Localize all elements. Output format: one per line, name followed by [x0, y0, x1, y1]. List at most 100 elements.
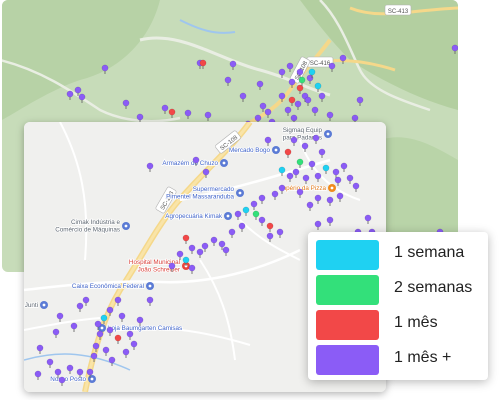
pin-head: [202, 168, 210, 176]
pin-head: [256, 80, 264, 88]
pin-head: [296, 188, 304, 196]
place-label: Agropecuária Kimak: [165, 213, 223, 220]
place-label: Mercado Bogo: [229, 147, 270, 154]
pin-head: [346, 174, 354, 182]
pin-head: [108, 356, 116, 364]
place-label: Nosso Posto: [50, 376, 86, 383]
legend-swatch-purple: [316, 345, 379, 375]
pin-head: [290, 114, 298, 122]
pin-head: [322, 164, 330, 172]
pin-head: [278, 184, 286, 192]
place-icon-dot: [226, 214, 230, 218]
pin-head: [259, 102, 267, 110]
pin-head: [252, 210, 260, 218]
legend-label: 1 mês: [394, 314, 438, 331]
place-bank[interactable]: Caixa Econômica Federal: [71, 282, 154, 291]
pin-head: [308, 160, 316, 168]
pin-head: [204, 111, 212, 119]
pin-head: [196, 248, 204, 256]
pin-head: [70, 322, 78, 330]
pin-head: [328, 62, 336, 70]
place-label: Caixa Econômica Federal: [72, 283, 144, 290]
place-icon-dot: [100, 326, 104, 330]
pin-head: [90, 352, 98, 360]
pin-head: [66, 90, 74, 98]
pin-head: [56, 312, 64, 320]
pin-head: [136, 113, 144, 121]
pin-head: [266, 232, 274, 240]
pin-head: [100, 314, 108, 322]
pin-head: [210, 236, 218, 244]
pin-head: [298, 76, 306, 84]
place-fuel[interactable]: Nosso Posto: [49, 375, 96, 384]
pin-head: [302, 174, 310, 182]
pin-head: [352, 182, 360, 190]
pin-head: [284, 148, 292, 156]
pin-head: [36, 344, 44, 352]
pin-head: [182, 234, 190, 242]
road-shield-label: SC-416: [310, 61, 331, 67]
place-icon-dot: [42, 303, 46, 307]
pin-head: [114, 296, 122, 304]
pin-head: [340, 162, 348, 170]
pin-head: [126, 330, 134, 338]
pin-head: [266, 222, 274, 230]
pin-head: [136, 316, 144, 324]
place-icon-dot: [124, 224, 128, 228]
pin-head: [311, 106, 319, 114]
pin-head: [318, 92, 326, 100]
pin-head: [130, 340, 138, 348]
pin-head: [290, 136, 298, 144]
legend-item-2-semanas: 2 semanas: [316, 275, 484, 305]
pin-head: [264, 108, 272, 116]
place-icon-dot: [222, 161, 226, 165]
pin-head: [308, 68, 316, 76]
pin-head: [351, 114, 359, 122]
pin-head: [54, 368, 62, 376]
pin-head: [106, 306, 114, 314]
pin-head: [292, 168, 300, 176]
pin-head: [304, 96, 312, 104]
pin-head: [114, 334, 122, 342]
place-shop[interactable]: Agropecuária Kimak: [164, 212, 232, 221]
legend: 1 semana 2 semanas 1 mês 1 mês +: [308, 232, 488, 380]
pin-head: [168, 108, 176, 116]
pin-head: [66, 364, 74, 372]
pin-head: [161, 104, 169, 112]
pin-head: [258, 216, 266, 224]
pin-head: [168, 262, 176, 270]
pin-head: [86, 368, 94, 376]
place-icon-dot: [274, 148, 278, 152]
pin-head: [296, 68, 304, 76]
pin-head: [192, 156, 200, 164]
pin-head: [101, 64, 109, 72]
pin-head: [314, 194, 322, 202]
pin-head: [96, 330, 104, 338]
pin-head: [288, 78, 296, 86]
pin-head: [229, 60, 237, 68]
place-label: Armazém do Chuzo: [162, 160, 218, 167]
place-icon-dot: [90, 377, 94, 381]
pin-head: [339, 54, 347, 62]
pin-head: [239, 92, 247, 100]
pin-head: [306, 201, 314, 209]
pin-head: [58, 376, 66, 384]
place-business[interactable]: Junti: [24, 301, 48, 310]
pin-head: [184, 109, 192, 117]
pin-head: [188, 244, 196, 252]
pin-head: [451, 44, 458, 52]
legend-swatch-red: [316, 310, 379, 340]
pin-head: [312, 134, 320, 142]
pin-head: [78, 93, 86, 101]
pin-head: [94, 320, 102, 328]
legend-item-1-semana: 1 semana: [316, 240, 484, 270]
pin-head: [278, 68, 286, 76]
pin-head: [146, 162, 154, 170]
pin-head: [284, 106, 292, 114]
pin-head: [199, 59, 207, 67]
pin-head: [271, 190, 279, 198]
pin-head: [106, 326, 114, 334]
pin-head: [188, 264, 196, 272]
pin-head: [228, 228, 236, 236]
place-icon-dot: [238, 191, 242, 195]
